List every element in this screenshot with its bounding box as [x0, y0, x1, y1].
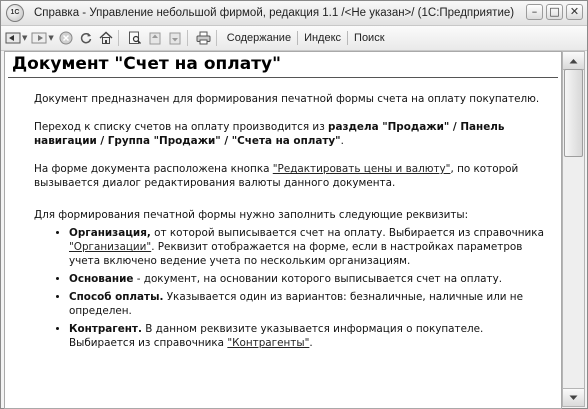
list-item-term: Организация,: [69, 227, 151, 239]
down-topic-icon[interactable]: [167, 30, 183, 46]
index-button[interactable]: Индекс: [298, 32, 347, 44]
scroll-down-button[interactable]: [563, 388, 584, 406]
requisites-list: Организация, от которой выписывается сче…: [52, 226, 545, 350]
vertical-scrollbar[interactable]: [562, 51, 585, 407]
list-item: Контрагент. В данном реквизите указывает…: [69, 322, 545, 350]
list-item: Организация, от которой выписывается сче…: [69, 226, 545, 268]
navigation-end: .: [340, 135, 344, 147]
list-item-term: Основание: [69, 273, 134, 285]
help-window: 1С Справка - Управление небольшой фирмой…: [0, 0, 588, 409]
forward-dropdown-icon[interactable]: ▼: [48, 34, 53, 42]
help-content: Документ "Счет на оплату" Документ предн…: [4, 51, 562, 409]
page-title: Документ "Счет на оплату": [12, 54, 281, 74]
window-title: Справка - Управление небольшой фирмой, р…: [34, 7, 515, 19]
toolbar-separator: [215, 30, 217, 46]
intro-paragraph: Документ предназначен для формирования п…: [34, 93, 540, 105]
home-icon[interactable]: [98, 30, 114, 46]
button-text: На форме документа расположена кнопка: [34, 163, 273, 175]
list-item-text: .: [309, 337, 313, 349]
edit-prices-currency-link[interactable]: "Редактировать цены и валюту": [273, 163, 451, 175]
toolbar-separator: [117, 30, 119, 46]
navigation-paragraph: Переход к списку счетов на оплату произв…: [34, 120, 545, 148]
print-icon[interactable]: [196, 30, 212, 46]
stop-icon[interactable]: [58, 30, 74, 46]
list-item-text: от которой выписывается счет на оплату. …: [150, 227, 544, 239]
close-button[interactable]: ✕: [566, 4, 583, 20]
back-icon[interactable]: [5, 30, 21, 46]
search-button[interactable]: Поиск: [348, 32, 390, 44]
list-item: Способ оплаты. Указывается один из вариа…: [69, 290, 545, 318]
list-item-text: - документ, на основании которого выписы…: [133, 273, 503, 285]
maximize-button[interactable]: □: [546, 4, 563, 20]
scroll-down-icon: [569, 395, 578, 400]
toolbar: ▼ ▼ Содержание Индекс Поиск: [1, 26, 587, 51]
toolbar-separator: [186, 30, 188, 46]
forward-icon[interactable]: [31, 30, 47, 46]
list-item-term: Способ оплаты.: [69, 291, 164, 303]
contents-button[interactable]: Содержание: [221, 32, 297, 44]
button-paragraph: На форме документа расположена кнопка "Р…: [34, 162, 545, 190]
back-dropdown-icon[interactable]: ▼: [22, 34, 27, 42]
requisites-paragraph: Для формирования печатной формы нужно за…: [34, 209, 469, 221]
navigation-text: Переход к списку счетов на оплату произв…: [34, 121, 329, 133]
scroll-up-icon: [569, 58, 578, 63]
scrollbar-thumb[interactable]: [564, 69, 583, 157]
title-bar: 1С Справка - Управление небольшой фирмой…: [1, 1, 587, 26]
find-in-page-icon[interactable]: [127, 30, 143, 46]
up-topic-icon[interactable]: [147, 30, 163, 46]
window-controls: – □ ✕: [526, 4, 583, 20]
title-divider: [8, 77, 558, 78]
list-item: Основание - документ, на основании котор…: [69, 272, 545, 286]
counterparties-link[interactable]: "Контрагенты": [227, 337, 309, 349]
app-logo-icon[interactable]: 1С: [6, 4, 24, 22]
refresh-icon[interactable]: [78, 30, 94, 46]
list-item-term: Контрагент.: [69, 323, 142, 335]
minimize-button[interactable]: –: [526, 4, 543, 20]
scroll-up-button[interactable]: [563, 52, 584, 70]
organizations-link[interactable]: "Организации": [69, 241, 151, 253]
